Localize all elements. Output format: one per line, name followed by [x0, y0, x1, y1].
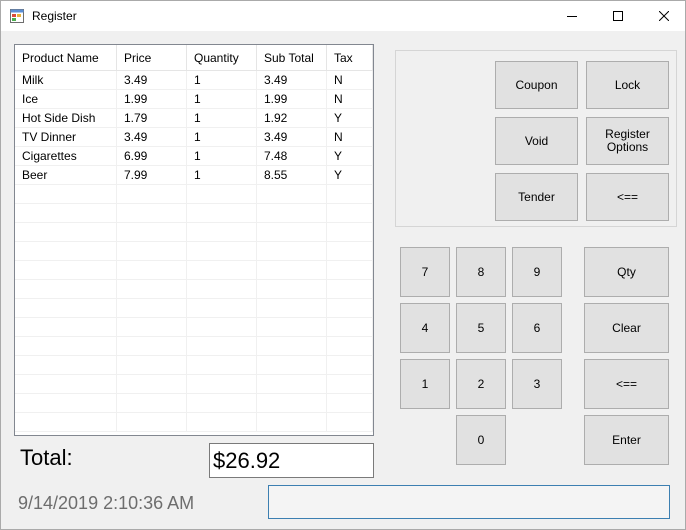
empty-row [15, 318, 373, 337]
tender-button[interactable]: Tender [495, 173, 578, 221]
key-8-button[interactable]: 8 [456, 247, 506, 297]
key-2-button[interactable]: 2 [456, 359, 506, 409]
cell-sub-total: 3.49 [257, 128, 327, 147]
key-9-button[interactable]: 9 [512, 247, 562, 297]
cell-product-name: Ice [15, 90, 117, 109]
cell-quantity: 1 [187, 71, 257, 90]
maximize-button[interactable] [595, 1, 641, 31]
coupon-button[interactable]: Coupon [495, 61, 578, 109]
cell-quantity: 1 [187, 147, 257, 166]
empty-row [15, 223, 373, 242]
minimize-icon [567, 16, 577, 17]
column-header-price[interactable]: Price [117, 45, 187, 71]
cell-product-name: Hot Side Dish [15, 109, 117, 128]
table-row[interactable]: Hot Side Dish 1.79 1 1.92 Y [15, 109, 373, 128]
grid-rows: Milk 3.49 1 3.49 N Ice 1.99 1 1.99 N Hot… [15, 71, 373, 432]
items-grid[interactable]: Product Name Price Quantity Sub Total Ta… [14, 44, 374, 436]
empty-row [15, 261, 373, 280]
cell-product-name: TV Dinner [15, 128, 117, 147]
window-title: Register [32, 9, 77, 23]
grid-header: Product Name Price Quantity Sub Total Ta… [15, 45, 373, 71]
empty-row [15, 356, 373, 375]
cell-price: 1.79 [117, 109, 187, 128]
cell-quantity: 1 [187, 109, 257, 128]
minimize-button[interactable] [549, 1, 595, 31]
cell-product-name: Beer [15, 166, 117, 185]
cell-tax: Y [327, 109, 373, 128]
qty-button[interactable]: Qty [584, 247, 669, 297]
empty-row [15, 337, 373, 356]
cell-price: 1.99 [117, 90, 187, 109]
key-1-button[interactable]: 1 [400, 359, 450, 409]
total-value: $26.92 [209, 443, 374, 478]
cell-price: 3.49 [117, 71, 187, 90]
empty-row [15, 299, 373, 318]
close-icon [659, 11, 669, 21]
empty-row [15, 375, 373, 394]
key-4-button[interactable]: 4 [400, 303, 450, 353]
key-3-button[interactable]: 3 [512, 359, 562, 409]
empty-row [15, 394, 373, 413]
table-row[interactable]: Ice 1.99 1 1.99 N [15, 90, 373, 109]
column-header-product-name[interactable]: Product Name [15, 45, 117, 71]
column-header-quantity[interactable]: Quantity [187, 45, 257, 71]
close-button[interactable] [641, 1, 686, 31]
empty-row [15, 185, 373, 204]
empty-row [15, 280, 373, 299]
maximize-icon [613, 11, 623, 21]
empty-row [15, 242, 373, 261]
clear-button[interactable]: Clear [584, 303, 669, 353]
cell-tax: Y [327, 166, 373, 185]
empty-row [15, 204, 373, 223]
total-label: Total: [20, 445, 73, 470]
column-header-sub-total[interactable]: Sub Total [257, 45, 327, 71]
cell-sub-total: 1.99 [257, 90, 327, 109]
enter-button[interactable]: Enter [584, 415, 669, 465]
key-7-button[interactable]: 7 [400, 247, 450, 297]
entry-input[interactable] [268, 485, 670, 519]
cell-price: 7.99 [117, 166, 187, 185]
key-0-button[interactable]: 0 [456, 415, 506, 465]
cell-product-name: Milk [15, 71, 117, 90]
table-row[interactable]: TV Dinner 3.49 1 3.49 N [15, 128, 373, 147]
app-form-icon [10, 9, 24, 23]
cell-sub-total: 3.49 [257, 71, 327, 90]
register-options-button[interactable]: Register Options [586, 117, 669, 165]
cell-sub-total: 7.48 [257, 147, 327, 166]
cell-price: 6.99 [117, 147, 187, 166]
keypad-backspace-button[interactable]: <== [584, 359, 669, 409]
cell-product-name: Cigarettes [15, 147, 117, 166]
empty-row [15, 413, 373, 432]
datetime-label: 9/14/2019 2:10:36 AM [18, 493, 195, 513]
column-header-tax[interactable]: Tax [327, 45, 373, 71]
key-5-button[interactable]: 5 [456, 303, 506, 353]
panel-backspace-button[interactable]: <== [586, 173, 669, 221]
lock-button[interactable]: Lock [586, 61, 669, 109]
cell-tax: N [327, 71, 373, 90]
table-row[interactable]: Beer 7.99 1 8.55 Y [15, 166, 373, 185]
cell-quantity: 1 [187, 166, 257, 185]
cell-quantity: 1 [187, 90, 257, 109]
cell-price: 3.49 [117, 128, 187, 147]
table-row[interactable]: Cigarettes 6.99 1 7.48 Y [15, 147, 373, 166]
key-6-button[interactable]: 6 [512, 303, 562, 353]
cell-tax: Y [327, 147, 373, 166]
cell-sub-total: 1.92 [257, 109, 327, 128]
table-row[interactable]: Milk 3.49 1 3.49 N [15, 71, 373, 90]
void-button[interactable]: Void [495, 117, 578, 165]
cell-quantity: 1 [187, 128, 257, 147]
register-window: Register Product Name Price Quantity Sub… [0, 0, 686, 530]
cell-tax: N [327, 90, 373, 109]
cell-sub-total: 8.55 [257, 166, 327, 185]
title-bar: Register [1, 1, 685, 31]
cell-tax: N [327, 128, 373, 147]
